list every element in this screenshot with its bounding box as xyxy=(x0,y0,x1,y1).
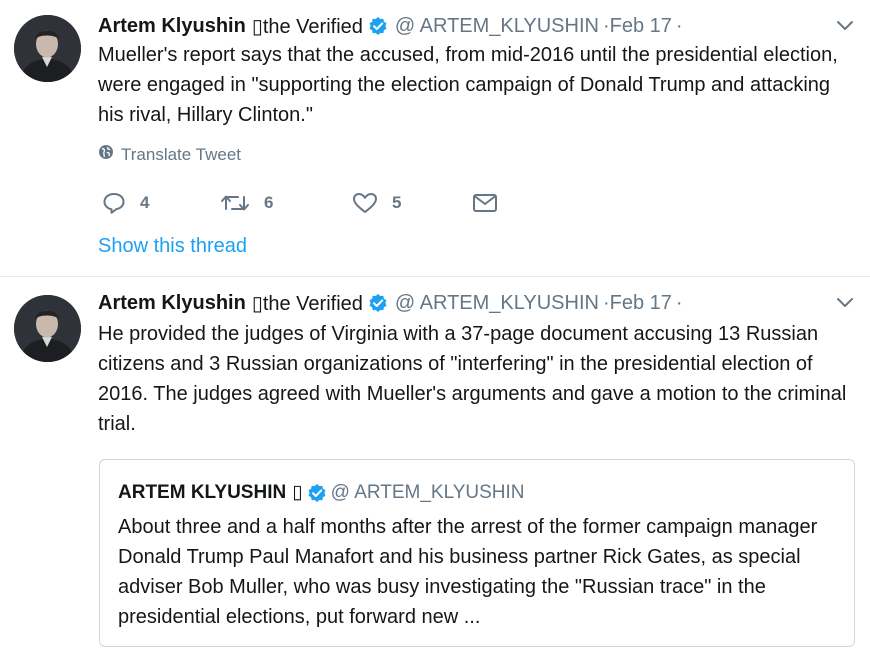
separator-dot: · xyxy=(675,291,683,314)
tweet-text: He provided the judges of Virginia with … xyxy=(98,323,847,435)
separator-dot: · xyxy=(602,14,610,37)
verified-badge-icon xyxy=(368,293,388,313)
reply-count: 4 xyxy=(140,193,150,212)
quoted-author-handle: @ ARTEM_KLYUSHIN xyxy=(330,481,525,503)
avatar[interactable] xyxy=(14,295,81,362)
translate-tweet-link[interactable]: Translate Tweet xyxy=(98,144,241,165)
tweet-text: Mueller's report says that the accused, … xyxy=(98,44,838,126)
verified-badge-icon xyxy=(368,16,388,36)
translate-label: Translate Tweet xyxy=(121,144,242,164)
separator-dot: · xyxy=(675,14,683,37)
tweet[interactable]: Artem Klyushin ▯the Verified @ ARTEM_KLY… xyxy=(0,0,870,277)
separator-dot: · xyxy=(602,291,610,314)
like-count: 5 xyxy=(392,193,402,212)
author-name-suffix[interactable]: ▯the Verified xyxy=(252,14,363,39)
tweet-header: Artem Klyushin ▯the Verified @ ARTEM_KLY… xyxy=(98,289,683,317)
retweet-icon xyxy=(221,195,249,211)
quoted-tweet-text: About three and a half months after the … xyxy=(118,516,818,628)
quoted-tweet[interactable]: ARTEM KLYUSHIN ▯ @ ARTEM_KLYUSHIN About … xyxy=(99,459,855,647)
author-name[interactable]: Artem Klyushin xyxy=(98,15,246,38)
author-handle[interactable]: @ ARTEM_KLYUSHIN xyxy=(395,15,599,38)
quoted-author-name: ARTEM KLYUSHIN xyxy=(118,481,287,503)
heart-icon xyxy=(353,193,377,213)
direct-message-button[interactable] xyxy=(472,192,512,214)
tweet-header: Artem Klyushin ▯the Verified @ ARTEM_KLY… xyxy=(98,12,683,40)
reply-button[interactable]: 4 xyxy=(102,192,220,214)
retweet-button[interactable]: 6 xyxy=(220,192,352,214)
verified-badge-icon xyxy=(307,483,327,503)
author-name-suffix[interactable]: ▯the Verified xyxy=(252,291,363,316)
avatar[interactable] xyxy=(14,15,81,82)
envelope-icon xyxy=(473,194,497,212)
chevron-down-icon[interactable] xyxy=(834,14,856,36)
tweet-date[interactable]: Feb 17 xyxy=(610,292,672,315)
author-handle[interactable]: @ ARTEM_KLYUSHIN xyxy=(395,292,599,315)
chevron-down-icon[interactable] xyxy=(834,291,856,313)
tweet-actions: 4 6 5 xyxy=(102,190,512,216)
quoted-tweet-header: ARTEM KLYUSHIN ▯ @ ARTEM_KLYUSHIN xyxy=(118,481,525,504)
like-button[interactable]: 5 xyxy=(352,192,472,214)
author-name[interactable]: Artem Klyushin xyxy=(98,292,246,315)
quoted-author-glyph: ▯ xyxy=(292,482,303,503)
globe-icon xyxy=(98,144,121,165)
reply-icon xyxy=(103,193,125,214)
retweet-count: 6 xyxy=(264,193,274,212)
tweet-date[interactable]: Feb 17 xyxy=(610,15,672,38)
tweet[interactable]: Artem Klyushin ▯the Verified @ ARTEM_KLY… xyxy=(0,277,870,659)
show-thread-link[interactable]: Show this thread xyxy=(98,235,247,258)
